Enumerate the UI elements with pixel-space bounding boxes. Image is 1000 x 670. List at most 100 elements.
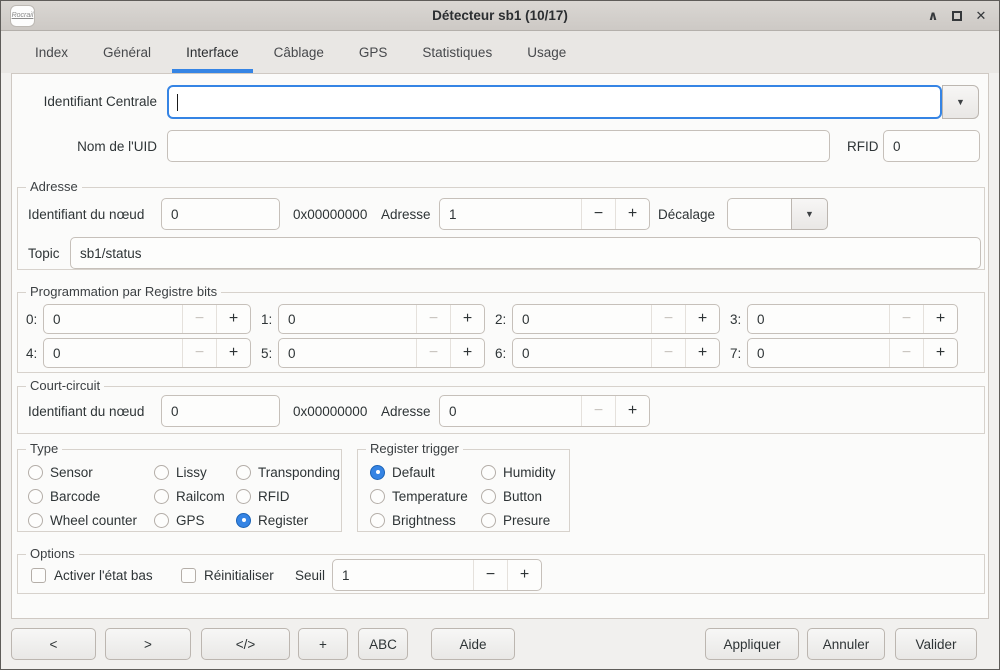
register-5-decrement-button[interactable]: − — [416, 339, 450, 367]
radio-option-transponding[interactable]: Transponding — [236, 462, 340, 482]
register-1-increment-button[interactable]: + — [450, 305, 484, 333]
cc-node-id-value: 0 — [171, 404, 179, 419]
node-id-input[interactable]: 0 — [161, 198, 280, 230]
radio-option-sensor[interactable]: Sensor — [28, 462, 93, 482]
register-3-value[interactable]: 0 — [748, 305, 889, 333]
register-0-increment-button[interactable]: + — [216, 305, 250, 333]
tab-interface[interactable]: Interface — [184, 31, 241, 73]
rfid-input[interactable]: 0 — [883, 130, 980, 162]
footer-button-bar: < > </> + ABC Aide Appliquer Annuler Val… — [1, 621, 999, 670]
seuil-value[interactable]: 1 — [333, 560, 473, 590]
radio-option-brightness[interactable]: Brightness — [370, 510, 456, 530]
radio-icon — [154, 465, 169, 480]
cc-adresse-decrement-button[interactable]: − — [581, 396, 615, 426]
register-3-increment-button[interactable]: + — [923, 305, 957, 333]
register-5-value[interactable]: 0 — [279, 339, 416, 367]
adresse-group-title: Adresse — [26, 179, 82, 194]
tab-cablage[interactable]: Câblage — [272, 31, 326, 73]
seuil-increment-button[interactable]: + — [507, 560, 541, 590]
apply-button[interactable]: Appliquer — [705, 628, 799, 660]
radio-option-gps[interactable]: GPS — [154, 510, 205, 530]
register-7-decrement-button[interactable]: − — [889, 339, 923, 367]
radio-option-temperature[interactable]: Temperature — [370, 486, 468, 506]
next-button[interactable]: > — [105, 628, 191, 660]
register-1-label: 1: — [261, 304, 272, 334]
register-7-label: 7: — [730, 338, 741, 368]
checkbox-option-etat-bas[interactable]: Activer l'état bas — [31, 565, 153, 585]
identifiant-centrale-dropdown-button[interactable]: ▼ — [942, 85, 979, 119]
decalage-dropdown-button[interactable]: ▼ — [791, 198, 828, 230]
register-0-decrement-button[interactable]: − — [182, 305, 216, 333]
tab-usage[interactable]: Usage — [525, 31, 568, 73]
register-4-spinner: 0 − + — [43, 338, 251, 368]
register-0-value[interactable]: 0 — [44, 305, 182, 333]
radio-option-barcode[interactable]: Barcode — [28, 486, 100, 506]
node-id-label: Identifiant du nœud — [28, 198, 144, 230]
cc-node-id-input[interactable]: 0 — [161, 395, 280, 427]
register-3-decrement-button[interactable]: − — [889, 305, 923, 333]
register-6-value[interactable]: 0 — [513, 339, 651, 367]
register-0-label: 0: — [26, 304, 37, 334]
register-1-decrement-button[interactable]: − — [416, 305, 450, 333]
radio-option-lissy[interactable]: Lissy — [154, 462, 207, 482]
topic-input[interactable]: sb1/status — [70, 237, 981, 269]
node-id-hex: 0x00000000 — [293, 198, 367, 230]
radio-option-rfid[interactable]: RFID — [236, 486, 290, 506]
radio-option-railcom[interactable]: Railcom — [154, 486, 225, 506]
radio-option-button[interactable]: Button — [481, 486, 542, 506]
adresse-spinner-value[interactable]: 1 — [440, 199, 581, 229]
ok-button[interactable]: Valider — [895, 628, 977, 660]
radio-icon — [236, 513, 251, 528]
registre-bits-group-title: Programmation par Registre bits — [26, 284, 221, 299]
cc-adresse-increment-button[interactable]: + — [615, 396, 649, 426]
register-6-decrement-button[interactable]: − — [651, 339, 685, 367]
radio-option-wheel-counter[interactable]: Wheel counter — [28, 510, 137, 530]
tab-gps[interactable]: GPS — [357, 31, 390, 73]
tab-index[interactable]: Index — [33, 31, 70, 73]
radio-icon — [370, 489, 385, 504]
radio-icon — [236, 489, 251, 504]
close-button[interactable]: ✕ — [969, 4, 993, 28]
adresse-increment-button[interactable]: + — [615, 199, 649, 229]
decalage-dropdown[interactable]: ▼ — [727, 198, 828, 230]
register-4-decrement-button[interactable]: − — [182, 339, 216, 367]
seuil-decrement-button[interactable]: − — [473, 560, 507, 590]
xml-button[interactable]: </> — [201, 628, 290, 660]
nom-uid-input[interactable] — [167, 130, 830, 162]
cancel-button[interactable]: Annuler — [807, 628, 885, 660]
radio-option-presure[interactable]: Presure — [481, 510, 550, 530]
checkbox-icon — [181, 568, 196, 583]
tab-general[interactable]: Général — [101, 31, 153, 73]
checkbox-option-reinitialiser[interactable]: Réinitialiser — [181, 565, 274, 585]
register-2-decrement-button[interactable]: − — [651, 305, 685, 333]
radio-option-register[interactable]: Register — [236, 510, 308, 530]
radio-icon — [28, 513, 43, 528]
cc-adresse-value[interactable]: 0 — [440, 396, 581, 426]
register-7-increment-button[interactable]: + — [923, 339, 957, 367]
register-2-value[interactable]: 0 — [513, 305, 651, 333]
register-2-increment-button[interactable]: + — [685, 305, 719, 333]
register-1-value[interactable]: 0 — [279, 305, 416, 333]
adresse-label: Adresse — [381, 198, 431, 230]
radio-option-humidity[interactable]: Humidity — [481, 462, 556, 482]
register-4-value[interactable]: 0 — [44, 339, 182, 367]
cc-adresse-label: Adresse — [381, 395, 431, 427]
help-button[interactable]: Aide — [431, 628, 515, 660]
prev-button[interactable]: < — [11, 628, 96, 660]
identifiant-centrale-input[interactable] — [167, 85, 942, 119]
register-5-increment-button[interactable]: + — [450, 339, 484, 367]
register-6-increment-button[interactable]: + — [685, 339, 719, 367]
radio-option-default[interactable]: Default — [370, 462, 435, 482]
tab-statistiques[interactable]: Statistiques — [420, 31, 494, 73]
node-id-value: 0 — [171, 207, 179, 222]
maximize-button[interactable] — [945, 4, 969, 28]
add-button[interactable]: + — [298, 628, 348, 660]
shade-button[interactable]: ∧ — [921, 4, 945, 28]
seuil-spinner: 1 − + — [332, 559, 542, 591]
register-7-value[interactable]: 0 — [748, 339, 889, 367]
abc-button[interactable]: ABC — [358, 628, 408, 660]
text-caret — [177, 94, 178, 111]
register-4-increment-button[interactable]: + — [216, 339, 250, 367]
adresse-decrement-button[interactable]: − — [581, 199, 615, 229]
adresse-spinner: 1 − + — [439, 198, 650, 230]
